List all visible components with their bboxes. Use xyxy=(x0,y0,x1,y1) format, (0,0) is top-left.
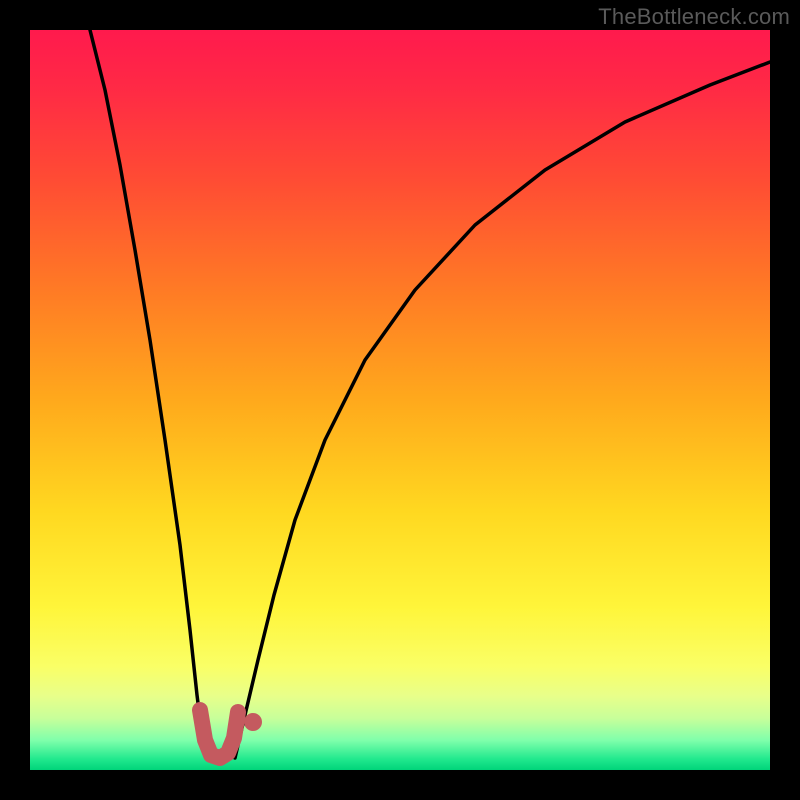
plot-area xyxy=(30,30,770,770)
outer-frame: TheBottleneck.com xyxy=(0,0,800,800)
chart-canvas xyxy=(30,30,770,770)
accent-dot xyxy=(244,713,262,731)
watermark-label: TheBottleneck.com xyxy=(598,4,790,30)
gradient-background xyxy=(30,30,770,770)
